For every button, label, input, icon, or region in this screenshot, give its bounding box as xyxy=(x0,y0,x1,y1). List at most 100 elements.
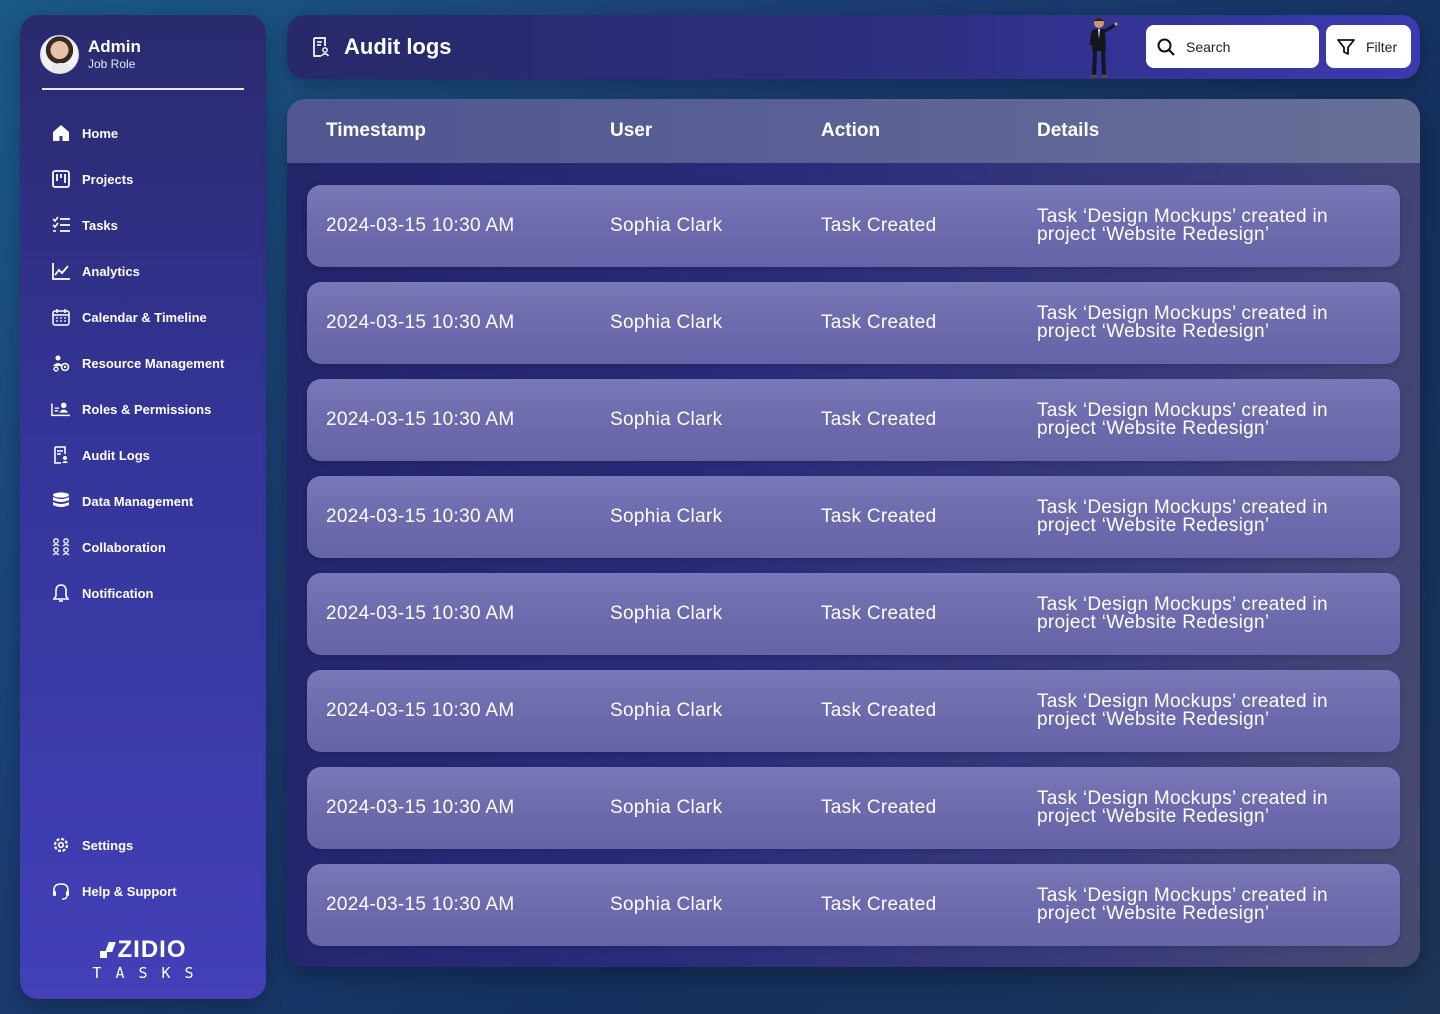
sidebar-item-collaboration[interactable]: Collaboration xyxy=(50,535,166,559)
search-placeholder: Search xyxy=(1186,38,1231,55)
column-header-action[interactable]: Action xyxy=(821,120,880,142)
sidebar-item-label: Home xyxy=(82,125,119,141)
sidebar-item-settings[interactable]: Settings xyxy=(50,833,133,857)
sidebar-item-label: Resource Management xyxy=(82,355,225,371)
cell-action: Task Created xyxy=(821,409,937,430)
cell-details: Task ‘Design Mockups’ created in project… xyxy=(1037,206,1328,245)
cell-action: Task Created xyxy=(821,603,937,624)
sidebar-item-label: Help & Support xyxy=(82,883,177,899)
logo-main-text: ZIDIO xyxy=(117,936,187,963)
sidebar-item-label: Roles & Permissions xyxy=(82,401,212,417)
cell-timestamp: 2024-03-15 10:30 AM xyxy=(326,506,515,527)
calendar-icon xyxy=(50,306,72,328)
sidebar-item-roles-permissions[interactable]: Roles & Permissions xyxy=(50,397,211,421)
cell-details: Task ‘Design Mockups’ created in project… xyxy=(1037,788,1328,827)
headset-icon xyxy=(50,880,72,902)
table-row[interactable]: 2024-03-15 10:30 AM Sophia Clark Task Cr… xyxy=(307,767,1400,849)
roles-icon xyxy=(50,398,72,420)
collaboration-icon xyxy=(50,536,72,558)
table-row[interactable]: 2024-03-15 10:30 AM Sophia Clark Task Cr… xyxy=(307,670,1400,752)
tasks-icon xyxy=(50,214,72,236)
cell-timestamp: 2024-03-15 10:30 AM xyxy=(326,312,515,333)
sidebar-item-label: Data Management xyxy=(82,493,194,509)
mascot-figure xyxy=(1089,18,1118,78)
page-title-text: Audit logs xyxy=(344,34,452,59)
cell-timestamp: 2024-03-15 10:30 AM xyxy=(326,797,515,818)
sidebar-item-label: Calendar & Timeline xyxy=(82,309,207,325)
database-icon xyxy=(50,490,72,512)
cell-user: Sophia Clark xyxy=(610,312,723,333)
sidebar-item-label: Notification xyxy=(82,585,154,601)
cell-action: Task Created xyxy=(821,506,937,527)
column-header-details[interactable]: Details xyxy=(1037,120,1099,142)
cell-details: Task ‘Design Mockups’ created in project… xyxy=(1037,400,1328,439)
filter-button[interactable]: Filter xyxy=(1326,25,1411,68)
cell-user: Sophia Clark xyxy=(610,215,723,236)
cell-action: Task Created xyxy=(821,215,937,236)
sidebar-item-analytics[interactable]: Analytics xyxy=(50,259,140,283)
sidebar: Admin Job Role Home Projects Tasks Analy… xyxy=(20,15,266,999)
cell-timestamp: 2024-03-15 10:30 AM xyxy=(326,409,515,430)
sidebar-item-tasks[interactable]: Tasks xyxy=(50,213,118,237)
sidebar-item-label: Audit Logs xyxy=(82,447,150,463)
sidebar-item-resource-management[interactable]: Resource Management xyxy=(50,351,224,375)
search-input[interactable]: Search xyxy=(1146,25,1319,68)
audit-icon xyxy=(313,37,330,57)
zidio-logo: ZIDIO TASKS xyxy=(20,937,266,983)
column-header-timestamp[interactable]: Timestamp xyxy=(326,120,426,142)
table-header: Timestamp User Action Details xyxy=(287,99,1420,163)
sidebar-item-label: Tasks xyxy=(82,217,118,233)
sidebar-item-calendar[interactable]: Calendar & Timeline xyxy=(50,305,207,329)
sidebar-item-label: Projects xyxy=(82,171,134,187)
cell-action: Task Created xyxy=(821,312,937,333)
cell-details: Task ‘Design Mockups’ created in project… xyxy=(1037,497,1328,536)
cell-action: Task Created xyxy=(821,797,937,818)
header-bar: Audit logs Search Filter xyxy=(287,15,1420,79)
table-row[interactable]: 2024-03-15 10:30 AM Sophia Clark Task Cr… xyxy=(307,379,1400,461)
sidebar-item-notification[interactable]: Notification xyxy=(50,581,154,605)
sidebar-item-data-management[interactable]: Data Management xyxy=(50,489,193,513)
projects-icon xyxy=(50,168,72,190)
home-icon xyxy=(50,122,72,144)
cell-timestamp: 2024-03-15 10:30 AM xyxy=(326,215,515,236)
page-title: Audit logs xyxy=(311,34,452,60)
cell-user: Sophia Clark xyxy=(610,603,723,624)
sidebar-item-home[interactable]: Home xyxy=(50,121,118,145)
cell-user: Sophia Clark xyxy=(610,797,723,818)
cell-action: Task Created xyxy=(821,700,937,721)
table-row[interactable]: 2024-03-15 10:30 AM Sophia Clark Task Cr… xyxy=(307,476,1400,558)
filter-label: Filter xyxy=(1366,38,1398,55)
sidebar-item-audit-logs[interactable]: Audit Logs xyxy=(50,443,150,467)
audit-log-table: Timestamp User Action Details 2024-03-15… xyxy=(287,99,1420,967)
sidebar-divider xyxy=(42,88,244,90)
cell-timestamp: 2024-03-15 10:30 AM xyxy=(326,603,515,624)
cell-user: Sophia Clark xyxy=(610,409,723,430)
sidebar-item-label: Collaboration xyxy=(82,539,166,555)
table-row[interactable]: 2024-03-15 10:30 AM Sophia Clark Task Cr… xyxy=(307,573,1400,655)
sidebar-item-projects[interactable]: Projects xyxy=(50,167,133,191)
cell-user: Sophia Clark xyxy=(610,700,723,721)
audit-icon xyxy=(50,444,72,466)
table-row[interactable]: 2024-03-15 10:30 AM Sophia Clark Task Cr… xyxy=(307,864,1400,946)
logo-mark-icon xyxy=(99,942,114,958)
cell-details: Task ‘Design Mockups’ created in project… xyxy=(1037,885,1328,924)
cell-user: Sophia Clark xyxy=(610,506,723,527)
table-row[interactable]: 2024-03-15 10:30 AM Sophia Clark Task Cr… xyxy=(307,185,1400,267)
bell-icon xyxy=(50,582,72,604)
cell-timestamp: 2024-03-15 10:30 AM xyxy=(326,700,515,721)
cell-details: Task ‘Design Mockups’ created in project… xyxy=(1037,594,1328,633)
avatar xyxy=(40,35,79,74)
analytics-icon xyxy=(50,260,72,282)
profile-role: Job Role xyxy=(88,57,136,71)
column-header-user[interactable]: User xyxy=(610,120,652,142)
search-icon xyxy=(1157,38,1175,56)
filter-icon xyxy=(1337,38,1355,55)
cell-details: Task ‘Design Mockups’ created in project… xyxy=(1037,691,1328,730)
profile-name: Admin xyxy=(88,37,141,56)
sidebar-item-label: Settings xyxy=(82,837,134,853)
cell-action: Task Created xyxy=(821,894,937,915)
profile[interactable]: Admin Job Role xyxy=(40,35,141,74)
sidebar-item-help-support[interactable]: Help & Support xyxy=(50,879,177,903)
table-row[interactable]: 2024-03-15 10:30 AM Sophia Clark Task Cr… xyxy=(307,282,1400,364)
cell-user: Sophia Clark xyxy=(610,894,723,915)
